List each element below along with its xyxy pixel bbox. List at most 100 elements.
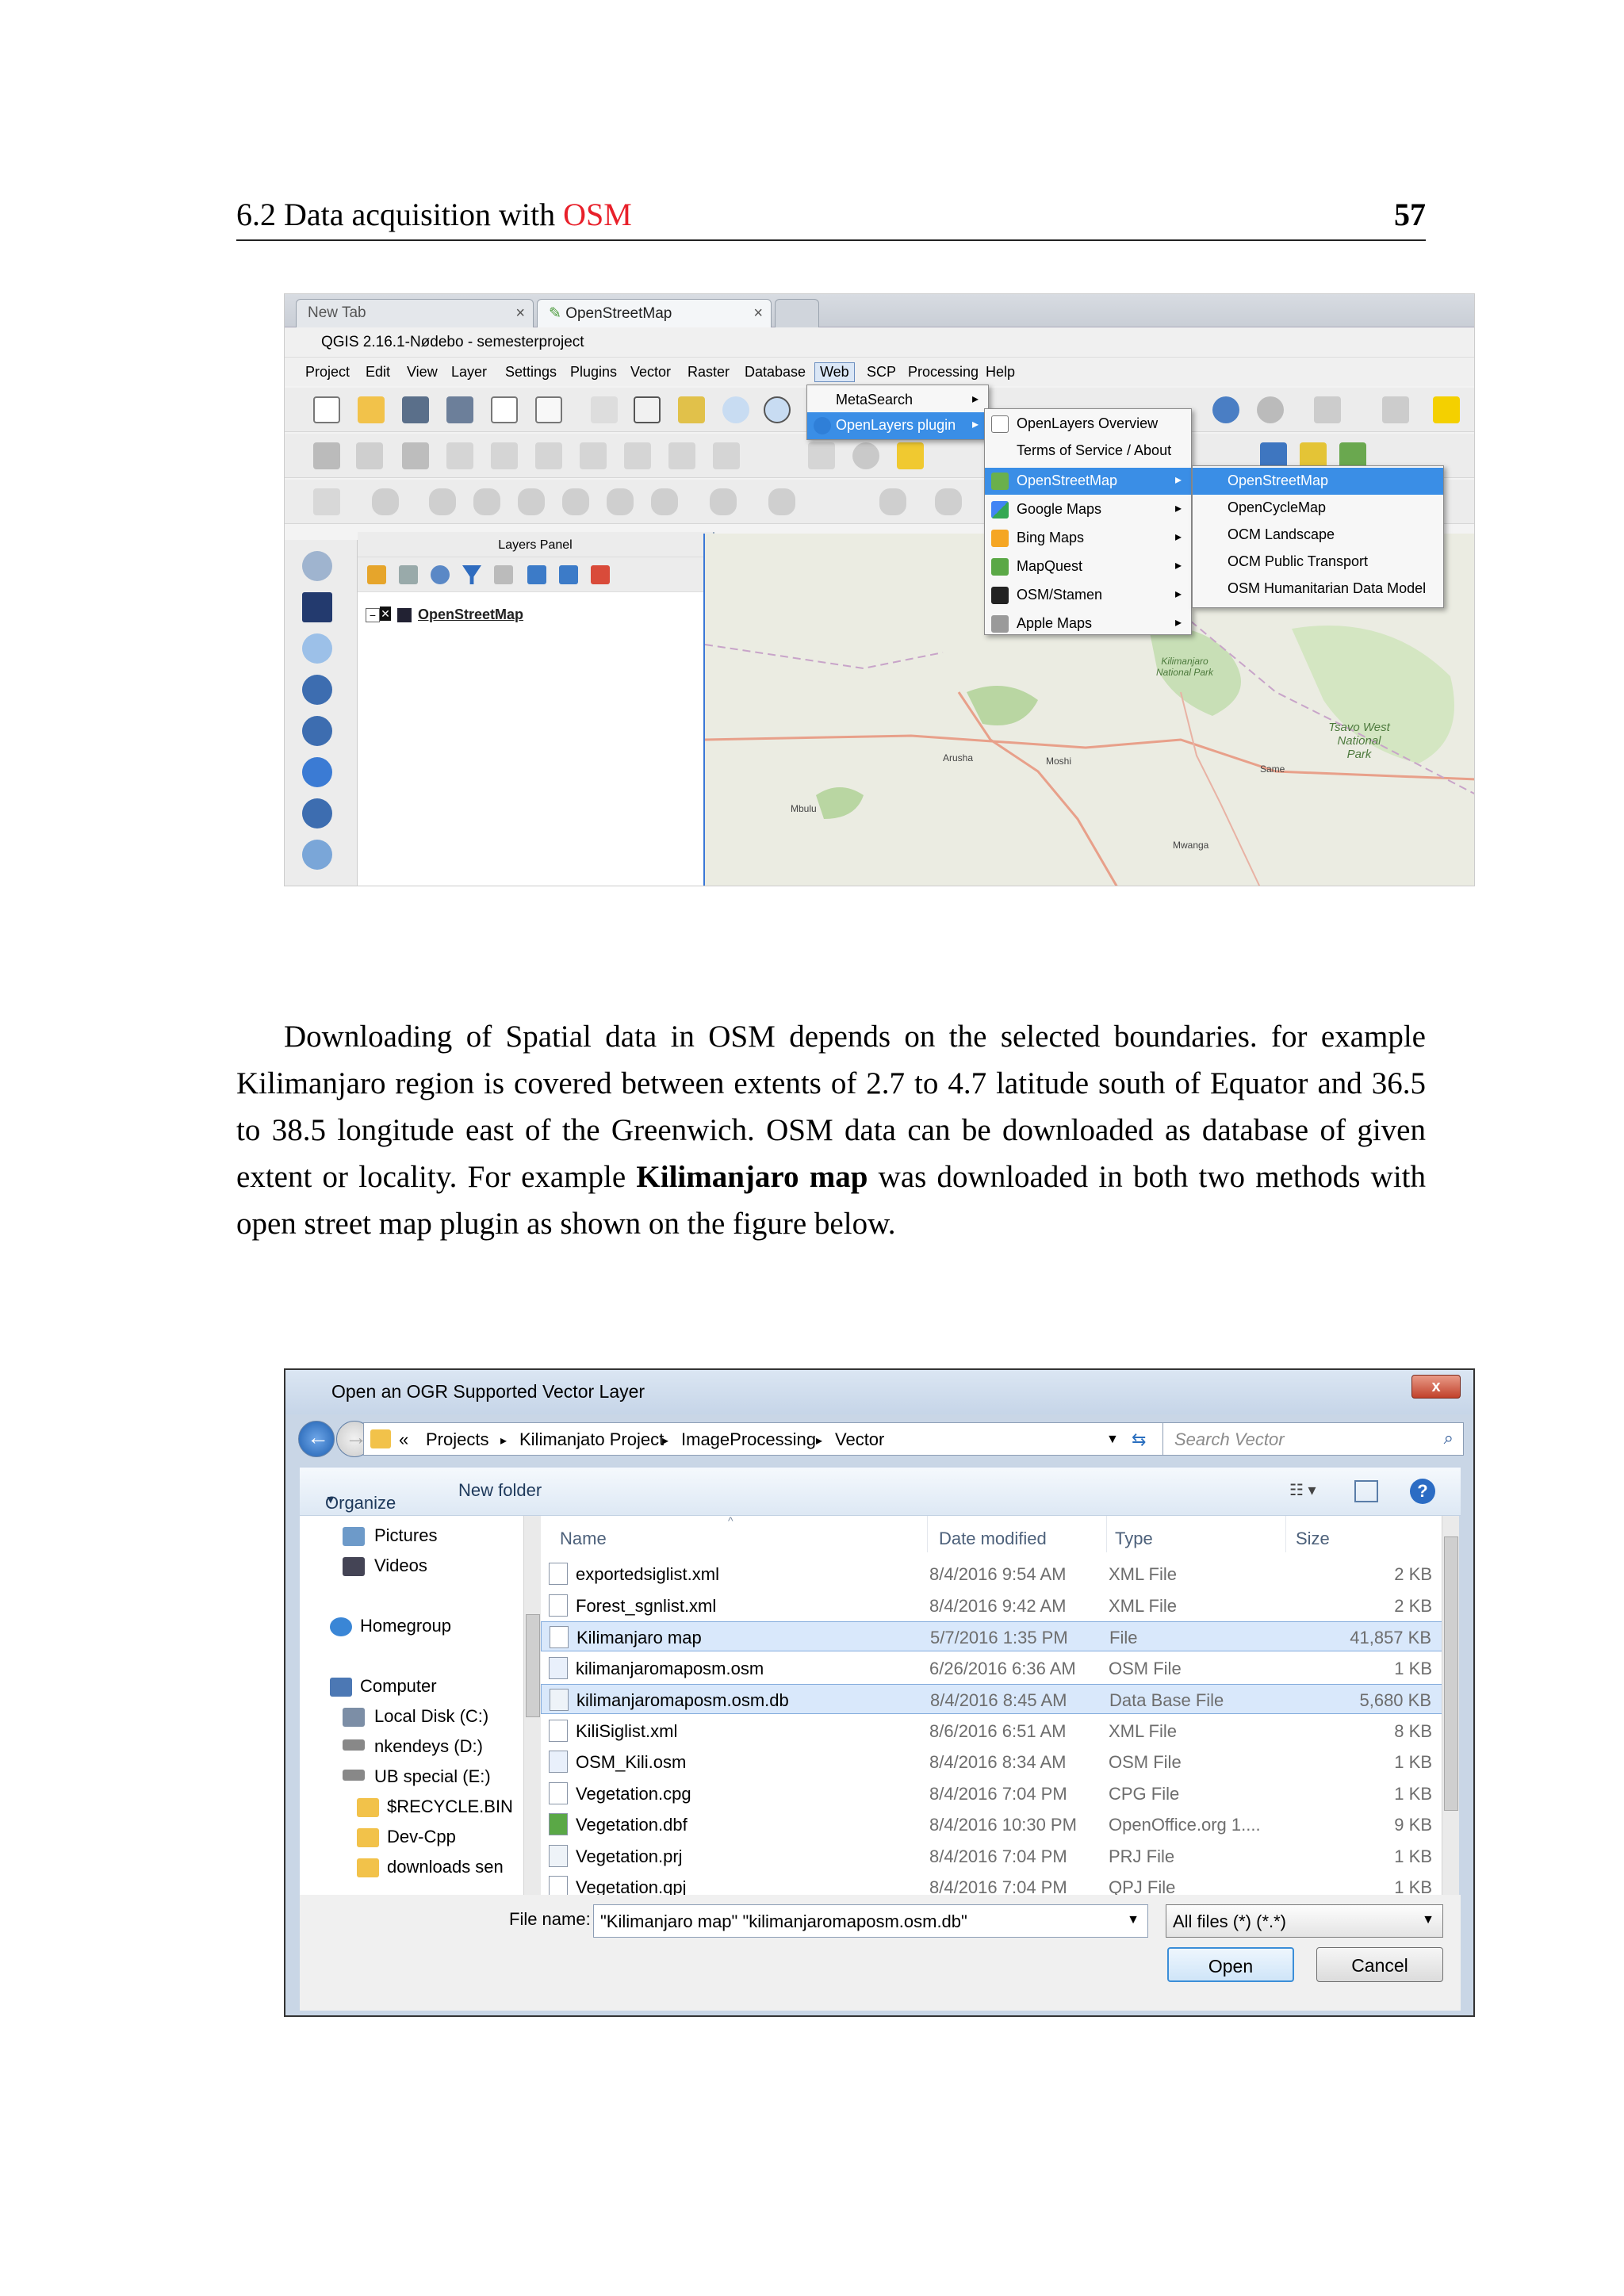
cloud-tool-2-icon[interactable] [429, 488, 456, 515]
menu-processing[interactable]: Processing [908, 364, 979, 381]
cloud-tool-9-icon[interactable] [768, 488, 795, 515]
breadcrumb-kilimanjato-project[interactable]: Kilimanjato Project [519, 1429, 664, 1450]
help-icon[interactable]: ? [1410, 1479, 1435, 1504]
menu-item-openstreetmap[interactable]: OpenStreetMap ▸ [985, 468, 1191, 495]
open-button[interactable]: Open [1167, 1947, 1294, 1982]
search-icon[interactable]: ⌕ [1444, 1428, 1454, 1448]
menu-item-apple-maps[interactable]: Apple Maps ▸ [985, 610, 1191, 637]
file-row[interactable]: exportedsiglist.xml 8/4/2016 9:54 AM XML F… [541, 1559, 1442, 1589]
file-list-scrollbar[interactable] [1442, 1516, 1459, 1895]
cloud-tool-10-icon[interactable] [879, 488, 906, 515]
filename-input[interactable]: "Kilimanjaro map" "kilimanjaromaposm.osm… [593, 1904, 1148, 1938]
nav-computer[interactable]: Computer [360, 1676, 437, 1697]
expand-icon[interactable]: − [366, 608, 380, 622]
remove-layer-icon[interactable] [591, 565, 610, 584]
chevron-down-icon[interactable]: ▼ [1127, 1913, 1139, 1927]
expand-all-icon[interactable] [527, 565, 546, 584]
breadcrumb-vector[interactable]: Vector [835, 1429, 884, 1450]
menu-raster[interactable]: Raster [688, 364, 730, 381]
menu-item-openlayers-overview[interactable]: OpenLayers Overview [985, 411, 1191, 438]
menu-item-metasearch[interactable]: MetaSearch ▸ [807, 387, 988, 414]
save-as-icon[interactable] [446, 396, 473, 423]
add-raster-layer-icon[interactable] [302, 592, 332, 622]
pan-to-selection-icon[interactable] [678, 396, 705, 423]
new-tab-button[interactable] [775, 299, 819, 327]
breadcrumb-projects[interactable]: Projects [426, 1429, 488, 1450]
address-bar[interactable]: « Projects ▸ Kilimanjato Project ▸ Image… [363, 1422, 1164, 1456]
menu-help[interactable]: Help [986, 364, 1015, 381]
magnifier-icon[interactable] [1257, 396, 1284, 423]
zoom-in-icon[interactable] [722, 396, 749, 423]
file-type-select[interactable]: All files (*) (*.*) ▼ [1166, 1904, 1443, 1938]
pie-icon[interactable] [852, 442, 879, 469]
menu-item-terms-of-service[interactable]: Terms of Service / About [985, 438, 1191, 465]
add-feature-icon[interactable] [446, 442, 473, 469]
edit-pencil-icon[interactable] [313, 442, 340, 469]
file-row[interactable]: OSM_Kili.osm 8/4/2016 8:34 AM OSM File 1 KB [541, 1747, 1442, 1777]
menu-item-bing-maps[interactable]: Bing Maps ▸ [985, 525, 1191, 552]
add-group-icon[interactable] [399, 565, 418, 584]
scrollbar-thumb[interactable] [526, 1614, 540, 1717]
menu-database[interactable]: Database [745, 364, 806, 381]
chevron-right-icon[interactable]: ▸ [662, 1433, 668, 1448]
nav-local-disk-c[interactable]: Local Disk (C:) [374, 1706, 488, 1727]
menu-item-osm-stamen[interactable]: OSM/Stamen ▸ [985, 582, 1191, 609]
select-arrow-icon[interactable] [313, 488, 340, 515]
preview-pane-icon[interactable] [1354, 1480, 1378, 1502]
chevron-down-icon[interactable]: ▼ [1106, 1433, 1119, 1447]
paste-icon[interactable] [713, 442, 740, 469]
nav-homegroup[interactable]: Homegroup [360, 1616, 451, 1636]
tab-openstreetmap[interactable]: ✎ OpenStreetMap × [537, 299, 772, 327]
cloud-tool-3-icon[interactable] [473, 488, 500, 515]
add-spatialite-layer-icon[interactable] [302, 675, 332, 705]
move-feature-icon[interactable] [491, 442, 518, 469]
identify-icon[interactable] [1212, 396, 1239, 423]
cut-icon[interactable] [624, 442, 651, 469]
new-project-icon[interactable] [313, 396, 340, 423]
cloud-tool-1-icon[interactable] [372, 488, 399, 515]
nav-scrollbar[interactable] [523, 1516, 541, 1895]
menu-view[interactable]: View [407, 364, 438, 381]
delete-selected-icon[interactable] [580, 442, 607, 469]
new-folder-button[interactable]: New folder [458, 1480, 542, 1501]
tab-new-tab[interactable]: New Tab × [296, 299, 534, 327]
nav-recycle-bin[interactable]: $RECYCLE.BIN [387, 1797, 513, 1817]
file-row[interactable]: Forest_sgnlist.xml 8/4/2016 9:42 AM XML Fi… [541, 1590, 1442, 1621]
pan-icon[interactable] [634, 396, 661, 423]
cancel-button[interactable]: Cancel [1316, 1947, 1443, 1982]
styling-icon[interactable] [367, 565, 386, 584]
file-row[interactable]: kilimanjaromaposm.osm 6/26/2016 6:36 AM OS… [541, 1653, 1442, 1683]
file-row[interactable]: Vegetation.qpj 8/4/2016 7:04 PM QPJ File 1 … [541, 1872, 1442, 1895]
nav-downloads[interactable]: downloads sen [387, 1857, 504, 1877]
menu-item-google-maps[interactable]: Google Maps ▸ [985, 496, 1191, 523]
nav-dev-cpp[interactable]: Dev-Cpp [387, 1827, 456, 1847]
chevron-right-icon[interactable]: ▸ [500, 1433, 507, 1448]
save-project-icon[interactable] [402, 396, 429, 423]
menu-plugins[interactable]: Plugins [570, 364, 617, 381]
copy-icon[interactable] [668, 442, 695, 469]
file-row[interactable]: kilimanjaromaposm.osm.db 8/4/2016 8:45 AM… [541, 1684, 1442, 1714]
close-icon[interactable]: × [515, 304, 525, 323]
menu-item-osm-humanitarian[interactable]: OSM Humanitarian Data Model [1193, 576, 1443, 603]
chevron-down-icon[interactable]: ▼ [1422, 1913, 1434, 1927]
new-print-composer-icon[interactable] [491, 396, 518, 423]
annotation-icon[interactable] [1433, 396, 1460, 423]
chevron-right-icon[interactable]: ▸ [816, 1433, 822, 1448]
cloud-tool-5-icon[interactable] [562, 488, 589, 515]
search-input[interactable]: Search Vector ⌕ [1162, 1422, 1464, 1456]
toggle-editing-icon[interactable] [356, 442, 383, 469]
menu-item-ocm-public-transport[interactable]: OCM Public Transport [1193, 549, 1443, 576]
add-wfs-layer-icon[interactable] [302, 798, 332, 828]
filter-icon[interactable] [462, 565, 481, 584]
file-row[interactable]: KiliSiglist.xml 8/6/2016 6:51 AM XML File 8… [541, 1716, 1442, 1746]
file-row[interactable]: Vegetation.dbf 8/4/2016 10:30 PM OpenOffic… [541, 1809, 1442, 1839]
open-project-icon[interactable] [358, 396, 385, 423]
breadcrumb-imageprocessing[interactable]: ImageProcessing [681, 1429, 816, 1450]
label-icon[interactable] [808, 442, 835, 469]
menu-item-ocm-landscape[interactable]: OCM Landscape [1193, 522, 1443, 549]
layer-openstreetmap[interactable]: OpenStreetMap [397, 607, 523, 623]
collapse-all-icon[interactable] [559, 565, 578, 584]
composer-manager-icon[interactable] [535, 396, 562, 423]
scrollbar-thumb[interactable] [1444, 1536, 1458, 1811]
cloud-tool-7-icon[interactable] [651, 488, 678, 515]
